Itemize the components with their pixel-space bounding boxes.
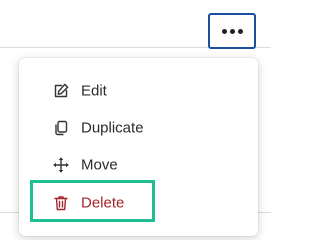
menu-item-delete[interactable]: Delete [19,185,258,221]
context-menu: Edit Duplicate Move Delete [19,58,258,236]
menu-item-label: Edit [81,82,107,100]
menu-item-label: Move [81,156,118,174]
menu-item-label: Duplicate [81,119,144,137]
move-icon [52,156,70,174]
menu-item-move[interactable]: Move [19,147,258,183]
more-options-button[interactable] [208,13,256,49]
menu-item-duplicate[interactable]: Duplicate [19,110,258,146]
menu-item-label: Delete [81,194,125,212]
more-horizontal-icon [221,28,243,34]
trash-icon [52,194,70,212]
edit-icon [52,82,70,100]
menu-item-edit[interactable]: Edit [19,73,258,109]
duplicate-icon [52,119,70,137]
